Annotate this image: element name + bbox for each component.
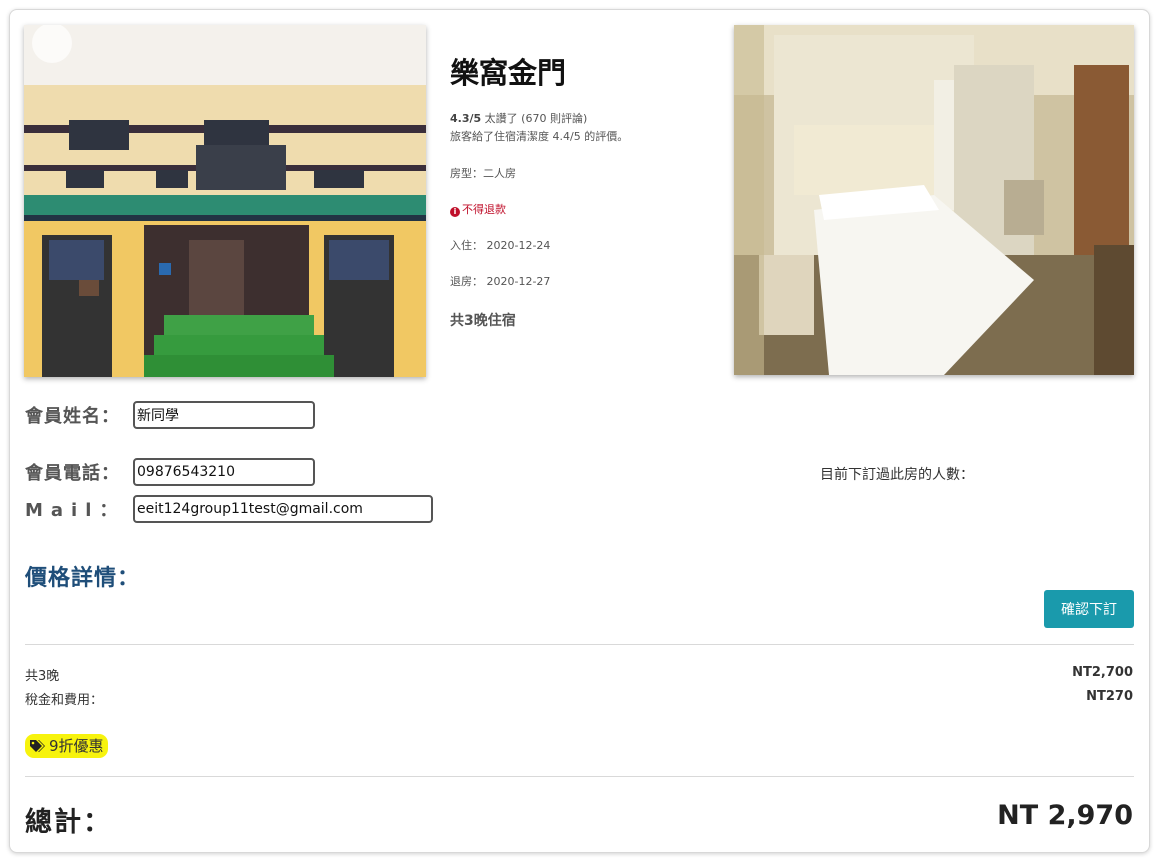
cleanliness-text: 旅客給了住宿清潔度 4.4/5 的評價。 xyxy=(450,130,629,143)
checkin-date: 入住： 2020-12-24 xyxy=(450,239,551,252)
tags-icon xyxy=(30,740,45,752)
nights-total: 共3晚住宿 xyxy=(450,313,516,329)
price-details-title: 價格詳情： xyxy=(25,566,141,591)
mail-label: Mail： xyxy=(25,500,126,521)
rating-score: 4.3/5 xyxy=(450,112,482,125)
booked-count-label: 目前下訂過此房的人數： xyxy=(820,467,974,483)
room-type: 房型：二人房 xyxy=(450,167,516,180)
mail-input[interactable] xyxy=(133,495,433,523)
member-name-label: 會員姓名： xyxy=(25,406,120,427)
refund-policy: i 不得退款 xyxy=(450,201,506,217)
tax-label: 稅金和費用： xyxy=(25,693,104,708)
checkout-date: 退房： 2020-12-27 xyxy=(450,275,551,288)
divider xyxy=(25,644,1134,645)
member-phone-label: 會員電話： xyxy=(25,463,120,484)
rating-line: 4.3/5 太讚了 (670 則評論) xyxy=(450,110,587,126)
discount-text: 9折優惠 xyxy=(49,737,104,755)
nights-price-label: 共3晚 xyxy=(25,669,60,684)
hotel-name: 樂窩金門 xyxy=(450,56,567,90)
confirm-booking-button[interactable]: 確認下訂 xyxy=(1044,590,1134,628)
member-name-input[interactable] xyxy=(133,401,315,429)
member-phone-input[interactable] xyxy=(133,458,315,486)
hotel-exterior-photo xyxy=(24,25,426,377)
tax-value: NT270 xyxy=(1086,689,1133,704)
info-circle-icon: i xyxy=(450,207,460,217)
booking-card: 樂窩金門 4.3/5 太讚了 (670 則評論) 旅客給了住宿清潔度 4.4/5… xyxy=(9,9,1150,853)
total-value: NT 2,970 xyxy=(997,800,1133,831)
nights-price-value: NT2,700 xyxy=(1072,665,1133,680)
total-label: 總計： xyxy=(25,807,112,838)
refund-policy-text: 不得退款 xyxy=(462,203,506,216)
discount-badge: 9折優惠 xyxy=(25,734,108,758)
rating-text: 太讚了 (670 則評論) xyxy=(481,112,588,125)
room-photo xyxy=(734,25,1134,375)
divider xyxy=(25,776,1134,777)
